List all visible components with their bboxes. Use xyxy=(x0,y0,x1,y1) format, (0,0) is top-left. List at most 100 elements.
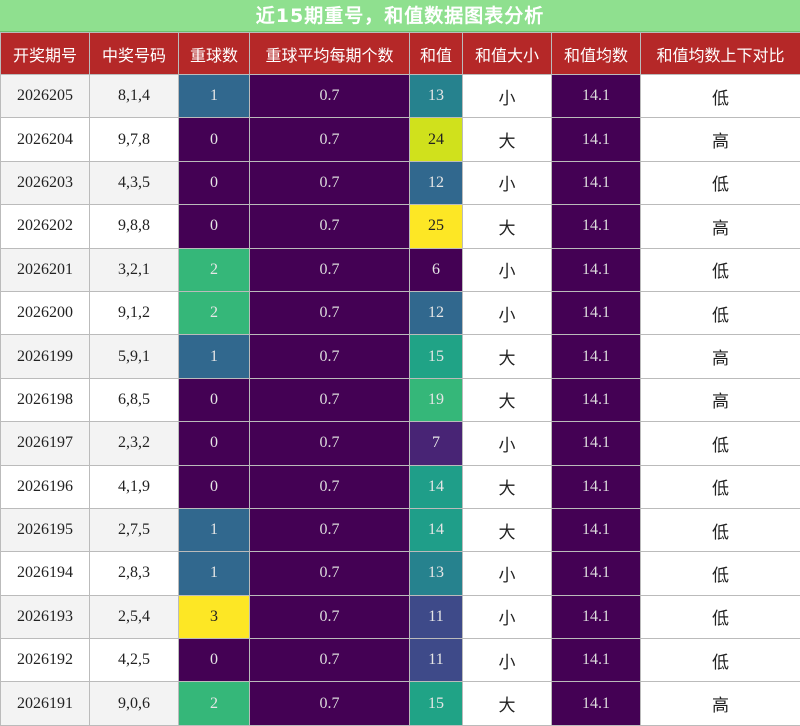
period-cell: 2026195 xyxy=(1,508,90,551)
avg-repeat-cell: 0.7 xyxy=(250,205,410,248)
sum-cell: 15 xyxy=(410,335,463,378)
sum-avg-cell: 14.1 xyxy=(552,595,641,638)
avg-repeat-cell: 0.7 xyxy=(250,161,410,204)
sum-cell: 11 xyxy=(410,595,463,638)
table-row: 20262034,3,500.712小14.1低 xyxy=(1,161,800,204)
repeat-count-cell: 0 xyxy=(179,205,250,248)
sum-size-cell: 大 xyxy=(463,118,552,161)
sum-size-cell: 小 xyxy=(463,639,552,682)
period-cell: 2026199 xyxy=(1,335,90,378)
column-header: 和值大小 xyxy=(463,33,552,75)
sum-avg-cell: 14.1 xyxy=(552,465,641,508)
numbers-cell: 2,8,3 xyxy=(90,552,179,595)
numbers-cell: 9,7,8 xyxy=(90,118,179,161)
table-row: 20261986,8,500.719大14.1高 xyxy=(1,378,800,421)
compare-cell: 低 xyxy=(641,422,800,465)
compare-cell: 高 xyxy=(641,335,800,378)
avg-repeat-cell: 0.7 xyxy=(250,378,410,421)
compare-cell: 低 xyxy=(641,291,800,334)
sum-size-cell: 小 xyxy=(463,161,552,204)
table-row: 20261952,7,510.714大14.1低 xyxy=(1,508,800,551)
avg-repeat-cell: 0.7 xyxy=(250,422,410,465)
avg-repeat-cell: 0.7 xyxy=(250,248,410,291)
column-header: 和值 xyxy=(410,33,463,75)
column-header: 和值均数上下对比 xyxy=(641,33,800,75)
sum-size-cell: 大 xyxy=(463,682,552,725)
repeat-count-cell: 0 xyxy=(179,378,250,421)
repeat-count-cell: 0 xyxy=(179,422,250,465)
table-row: 20261932,5,430.711小14.1低 xyxy=(1,595,800,638)
sum-size-cell: 小 xyxy=(463,75,552,118)
avg-repeat-cell: 0.7 xyxy=(250,118,410,161)
numbers-cell: 8,1,4 xyxy=(90,75,179,118)
numbers-cell: 4,1,9 xyxy=(90,465,179,508)
compare-cell: 低 xyxy=(641,639,800,682)
sum-avg-cell: 14.1 xyxy=(552,335,641,378)
sum-cell: 13 xyxy=(410,552,463,595)
sum-avg-cell: 14.1 xyxy=(552,508,641,551)
sum-size-cell: 小 xyxy=(463,595,552,638)
table-row: 20261942,8,310.713小14.1低 xyxy=(1,552,800,595)
repeat-count-cell: 2 xyxy=(179,682,250,725)
compare-cell: 低 xyxy=(641,75,800,118)
table-body: 20262058,1,410.713小14.1低20262049,7,800.7… xyxy=(1,75,800,726)
compare-cell: 低 xyxy=(641,465,800,508)
period-cell: 2026204 xyxy=(1,118,90,161)
sum-avg-cell: 14.1 xyxy=(552,682,641,725)
table-row: 20262013,2,120.76小14.1低 xyxy=(1,248,800,291)
table-row: 20261972,3,200.77小14.1低 xyxy=(1,422,800,465)
compare-cell: 高 xyxy=(641,682,800,725)
column-header: 和值均数 xyxy=(552,33,641,75)
sum-avg-cell: 14.1 xyxy=(552,552,641,595)
repeat-count-cell: 1 xyxy=(179,508,250,551)
repeat-count-cell: 2 xyxy=(179,291,250,334)
compare-cell: 高 xyxy=(641,205,800,248)
period-cell: 2026196 xyxy=(1,465,90,508)
sum-cell: 14 xyxy=(410,465,463,508)
compare-cell: 低 xyxy=(641,595,800,638)
table-row: 20261995,9,110.715大14.1高 xyxy=(1,335,800,378)
compare-cell: 低 xyxy=(641,161,800,204)
sum-cell: 25 xyxy=(410,205,463,248)
numbers-cell: 9,8,8 xyxy=(90,205,179,248)
sum-cell: 13 xyxy=(410,75,463,118)
column-header: 中奖号码 xyxy=(90,33,179,75)
repeat-count-cell: 0 xyxy=(179,639,250,682)
repeat-count-cell: 0 xyxy=(179,118,250,161)
compare-cell: 低 xyxy=(641,552,800,595)
period-cell: 2026198 xyxy=(1,378,90,421)
table-row: 20262029,8,800.725大14.1高 xyxy=(1,205,800,248)
sum-cell: 11 xyxy=(410,639,463,682)
period-cell: 2026194 xyxy=(1,552,90,595)
period-cell: 2026203 xyxy=(1,161,90,204)
table-row: 20261919,0,620.715大14.1高 xyxy=(1,682,800,725)
sum-avg-cell: 14.1 xyxy=(552,639,641,682)
compare-cell: 高 xyxy=(641,118,800,161)
avg-repeat-cell: 0.7 xyxy=(250,291,410,334)
sum-size-cell: 小 xyxy=(463,422,552,465)
table-row: 20262049,7,800.724大14.1高 xyxy=(1,118,800,161)
period-cell: 2026205 xyxy=(1,75,90,118)
numbers-cell: 2,5,4 xyxy=(90,595,179,638)
sum-cell: 12 xyxy=(410,161,463,204)
sum-cell: 7 xyxy=(410,422,463,465)
numbers-cell: 5,9,1 xyxy=(90,335,179,378)
sum-avg-cell: 14.1 xyxy=(552,422,641,465)
sum-size-cell: 小 xyxy=(463,248,552,291)
period-cell: 2026191 xyxy=(1,682,90,725)
avg-repeat-cell: 0.7 xyxy=(250,465,410,508)
sum-size-cell: 大 xyxy=(463,378,552,421)
repeat-count-cell: 1 xyxy=(179,75,250,118)
period-cell: 2026193 xyxy=(1,595,90,638)
period-cell: 2026202 xyxy=(1,205,90,248)
table-row: 20261964,1,900.714大14.1低 xyxy=(1,465,800,508)
chart-title: 近15期重号，和值数据图表分析 xyxy=(0,0,800,32)
sum-cell: 24 xyxy=(410,118,463,161)
table-row: 20261924,2,500.711小14.1低 xyxy=(1,639,800,682)
table-row: 20262058,1,410.713小14.1低 xyxy=(1,75,800,118)
sum-size-cell: 小 xyxy=(463,291,552,334)
period-cell: 2026197 xyxy=(1,422,90,465)
table-row: 20262009,1,220.712小14.1低 xyxy=(1,291,800,334)
sum-cell: 12 xyxy=(410,291,463,334)
sum-avg-cell: 14.1 xyxy=(552,378,641,421)
